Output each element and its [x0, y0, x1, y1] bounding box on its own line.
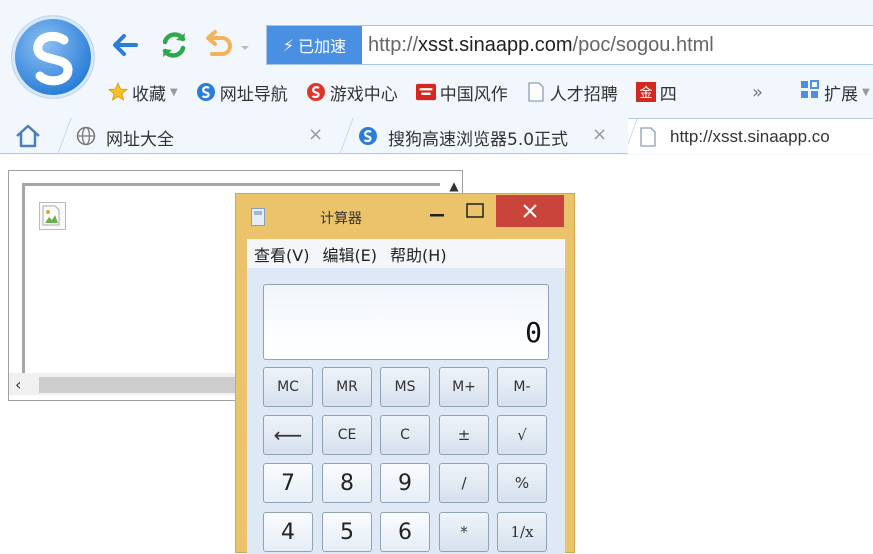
menu-edit[interactable]: 编辑(E) — [322, 242, 377, 266]
bookmark-four[interactable]: 金 四 — [635, 80, 677, 105]
key-6[interactable]: 6 — [380, 512, 430, 552]
key-7[interactable]: 7 — [263, 463, 313, 503]
key-c[interactable]: C — [380, 415, 430, 455]
key-mc[interactable]: MC — [263, 367, 313, 407]
back-arrow-icon — [113, 34, 138, 56]
key-plus-minus[interactable]: ± — [439, 415, 489, 455]
key-reciprocal[interactable]: 1/x — [497, 512, 547, 552]
calculator-body: 查看(V) 编辑(E) 帮助(H) 0 MC MR MS M+ M- ⟵ CE … — [247, 239, 565, 554]
browser-chrome: ⚡ 已加速 http://xsst.sinaapp.com/poc/sogou.… — [0, 0, 873, 155]
key-9[interactable]: 9 — [380, 463, 430, 503]
menu-help[interactable]: 帮助(H) — [390, 242, 447, 266]
calculator-app-icon — [251, 208, 265, 226]
key-5[interactable]: 5 — [322, 512, 372, 552]
accelerate-badge[interactable]: ⚡ 已加速 — [267, 26, 362, 64]
tab-sogou-browser[interactable]: 搜狗高速浏览器5.0正式 × — [340, 118, 625, 154]
tab-label: 搜狗高速浏览器5.0正式 — [388, 130, 569, 150]
key-mr[interactable]: MR — [322, 367, 372, 407]
tab-current-page[interactable]: http://xsst.sinaapp.co — [628, 118, 873, 154]
address-bar[interactable]: ⚡ 已加速 http://xsst.sinaapp.com/poc/sogou.… — [266, 25, 873, 65]
tab-close-icon[interactable]: × — [592, 124, 607, 145]
key-multiply[interactable]: * — [439, 512, 489, 552]
sogou-s-icon — [358, 126, 378, 151]
url-path: /poc/sogou.html — [572, 33, 714, 56]
svg-text:金: 金 — [639, 85, 652, 101]
tab-web-directory[interactable]: 网址大全 × — [58, 118, 338, 154]
extensions-button[interactable]: 扩展 ▼ — [800, 80, 870, 105]
tab-close-icon[interactable]: × — [308, 124, 323, 145]
key-ms[interactable]: MS — [380, 367, 430, 407]
bookmark-game-center[interactable]: 游戏中心 — [306, 80, 398, 105]
close-button[interactable] — [496, 195, 564, 227]
chevron-down-icon: ▼ — [170, 86, 178, 98]
calculator-menubar: 查看(V) 编辑(E) 帮助(H) — [247, 239, 565, 268]
calculator-display: 0 — [263, 284, 549, 360]
star-icon — [108, 82, 128, 102]
window-title: 计算器 — [320, 211, 362, 227]
bookmark-label: 中国风作 — [439, 84, 508, 105]
bookmark-china-style[interactable]: 中国风作 — [415, 80, 508, 105]
key-divide[interactable]: / — [439, 463, 489, 503]
chevron-down-icon: ▼ — [862, 87, 870, 98]
bookmarks-more-button[interactable]: » — [752, 82, 763, 103]
lightning-icon: ⚡ — [282, 35, 295, 55]
bookmark-label: 游戏中心 — [329, 84, 398, 105]
bookmarks-bar: 收藏 ▼ 网址导航 游戏中心 中国风作 人才招聘 金 四 — [108, 78, 695, 106]
page-icon — [640, 127, 656, 152]
key-8[interactable]: 8 — [322, 463, 372, 503]
close-icon — [523, 204, 537, 218]
home-button[interactable] — [14, 124, 42, 152]
extensions-label: 扩展 — [824, 85, 858, 105]
bookmark-label: 收藏 — [132, 84, 166, 105]
tab-bar: 网址大全 × 搜狗高速浏览器5.0正式 × http://xsst.sinaap… — [0, 116, 873, 154]
maximize-icon — [466, 203, 484, 218]
calculator-window: 计算器 查看(V) 编辑(E) 帮助(H) 0 MC MR MS M+ M- ⟵… — [235, 193, 575, 554]
minimize-button[interactable] — [424, 198, 450, 224]
broken-image-icon — [39, 202, 66, 230]
tab-label: 网址大全 — [106, 130, 174, 150]
calculator-titlebar[interactable]: 计算器 — [236, 194, 574, 228]
key-m-plus[interactable]: M+ — [439, 367, 489, 407]
bookmark-jobs[interactable]: 人才招聘 — [526, 80, 618, 105]
scroll-left-arrow-icon[interactable]: ‹ — [15, 375, 21, 394]
globe-icon — [76, 126, 96, 151]
back-button[interactable] — [108, 28, 142, 62]
key-m-minus[interactable]: M- — [497, 367, 547, 407]
scrollbar-thumb[interactable] — [39, 377, 259, 393]
menu-view[interactable]: 查看(V) — [254, 242, 309, 266]
url-host: xsst.sinaapp.com — [418, 33, 573, 56]
brand-icon — [415, 82, 436, 102]
page-icon — [526, 82, 546, 102]
home-icon — [16, 124, 40, 148]
maximize-button[interactable] — [462, 198, 488, 224]
bookmark-label: 网址导航 — [219, 84, 288, 105]
bookmark-web-nav[interactable]: 网址导航 — [196, 80, 288, 105]
key-ce[interactable]: CE — [322, 415, 372, 455]
sogou-s-icon — [196, 82, 216, 102]
key-backspace[interactable]: ⟵ — [263, 415, 313, 455]
undo-close-tab-button[interactable] — [204, 28, 254, 62]
display-value: 0 — [525, 316, 542, 349]
key-4[interactable]: 4 — [263, 512, 313, 552]
undo-icon — [206, 30, 249, 56]
url-text[interactable]: http://xsst.sinaapp.com/poc/sogou.html — [362, 26, 714, 64]
bookmark-label: 四 — [659, 84, 677, 105]
refresh-button[interactable] — [157, 28, 191, 62]
game-center-icon — [306, 82, 326, 102]
accelerate-label: 已加速 — [298, 37, 347, 56]
key-percent[interactable]: % — [497, 463, 547, 503]
minimize-icon — [430, 214, 444, 217]
refresh-icon — [162, 32, 186, 58]
sogou-logo-icon[interactable] — [12, 16, 94, 98]
gold-icon: 金 — [635, 82, 656, 102]
bookmark-label: 人才招聘 — [549, 84, 618, 105]
url-scheme: http:// — [368, 33, 419, 56]
bookmark-favorites[interactable]: 收藏 ▼ — [108, 80, 178, 105]
extensions-grid-icon — [800, 80, 820, 105]
key-sqrt[interactable]: √ — [497, 415, 547, 455]
tab-label: http://xsst.sinaapp.co — [670, 127, 830, 146]
